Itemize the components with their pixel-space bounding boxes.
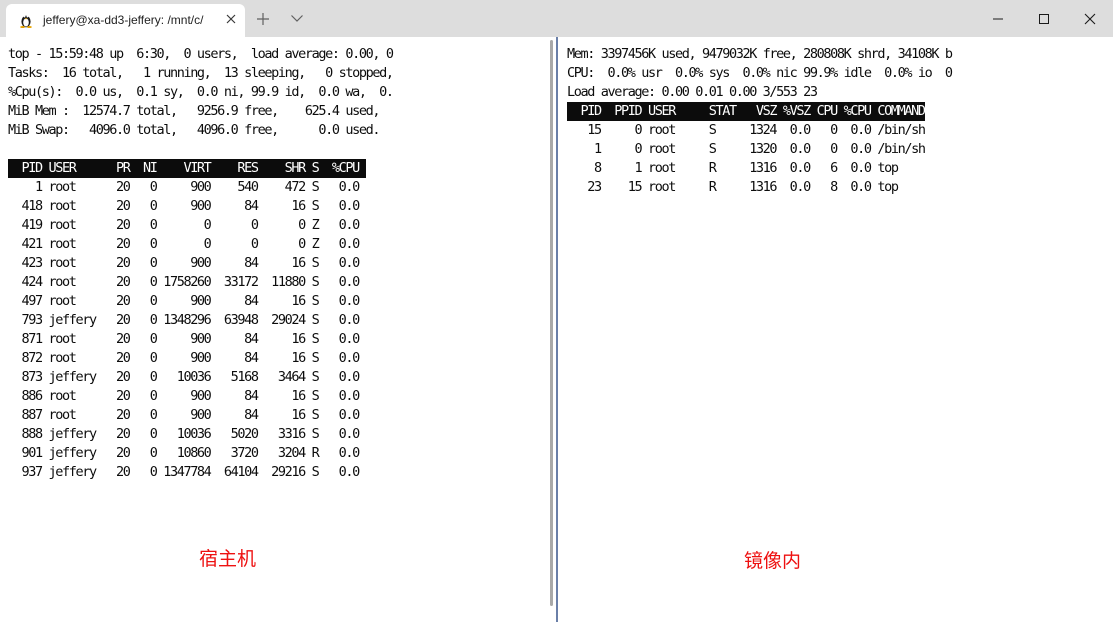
table-row: 1 0 root S 1320 0.0 0 0.0 /bin/sh [567, 141, 926, 157]
table-row: 937 jeffery 20 0 1347784 64104 29216 S 0… [8, 464, 360, 480]
table-row: 886 root 20 0 900 84 16 S 0.0 [8, 388, 360, 404]
process-table-header: PID USER PR NI VIRT RES SHR S %CPU [8, 159, 366, 178]
table-row: 15 0 root S 1324 0.0 0 0.0 /bin/sh [567, 122, 926, 138]
host-caption: 宿主机 [199, 548, 257, 570]
table-row: 888 jeffery 20 0 10036 5020 3316 S 0.0 [8, 426, 360, 442]
table-row: 1 root 20 0 900 540 472 S 0.0 [8, 179, 360, 195]
linux-tux-icon [20, 15, 32, 28]
table-row: 419 root 20 0 0 0 0 Z 0.0 [8, 217, 360, 233]
close-tab-icon[interactable] [224, 12, 238, 26]
minimize-icon [993, 18, 1003, 20]
top-cpu-line: %Cpu(s): 0.0 us, 0.1 sy, 0.0 ni, 99.9 id… [8, 84, 394, 100]
top-uptime-line: top - 15:59:48 up 6:30, 0 users, load av… [8, 46, 394, 62]
minimize-button[interactable] [975, 0, 1021, 37]
table-row: 901 jeffery 20 0 10860 3720 3204 R 0.0 [8, 445, 360, 461]
table-row: 418 root 20 0 900 84 16 S 0.0 [8, 198, 360, 214]
container-caption: 镜像内 [744, 550, 802, 572]
table-row: 887 root 20 0 900 84 16 S 0.0 [8, 407, 360, 423]
table-row: 8 1 root R 1316 0.0 6 0.0 top [567, 160, 899, 176]
top-cpu-line: CPU: 0.0% usr 0.0% sys 0.0% nic 99.9% id… [567, 65, 953, 81]
terminal-tab[interactable]: jeffery@xa-dd3-jeffery: /mnt/c/ [6, 4, 245, 37]
chevron-down-icon[interactable] [290, 13, 304, 23]
tab-title: jeffery@xa-dd3-jeffery: /mnt/c/ [43, 13, 204, 27]
host-terminal-pane[interactable]: top - 15:59:48 up 6:30, 0 users, load av… [0, 37, 552, 622]
top-mem-line: MiB Mem : 12574.7 total, 9256.9 free, 62… [8, 103, 381, 119]
table-row: 423 root 20 0 900 84 16 S 0.0 [8, 255, 360, 271]
table-row: 871 root 20 0 900 84 16 S 0.0 [8, 331, 360, 347]
close-window-button[interactable] [1067, 0, 1113, 37]
top-load-line: Load average: 0.00 0.01 0.00 3/553 23 [567, 84, 818, 100]
top-swap-line: MiB Swap: 4096.0 total, 4096.0 free, 0.0… [8, 122, 381, 138]
maximize-icon [1039, 14, 1049, 24]
container-terminal-pane[interactable]: Mem: 3397456K used, 9479032K free, 28080… [557, 37, 1113, 622]
top-mem-line: Mem: 3397456K used, 9479032K free, 28080… [567, 46, 953, 62]
table-row: 872 root 20 0 900 84 16 S 0.0 [8, 350, 360, 366]
process-table-header: PID PPID USER STAT VSZ %VSZ CPU %CPU COM… [567, 102, 926, 121]
table-row: 793 jeffery 20 0 1348296 63948 29024 S 0… [8, 312, 360, 328]
table-row: 421 root 20 0 0 0 0 Z 0.0 [8, 236, 360, 252]
title-bar: jeffery@xa-dd3-jeffery: /mnt/c/ [0, 0, 1113, 37]
maximize-button[interactable] [1021, 0, 1067, 37]
table-row: 873 jeffery 20 0 10036 5168 3464 S 0.0 [8, 369, 360, 385]
container-top-output: Mem: 3397456K used, 9479032K free, 28080… [567, 45, 953, 197]
left-pane-scrollbar[interactable] [550, 40, 553, 606]
table-row: 497 root 20 0 900 84 16 S 0.0 [8, 293, 360, 309]
close-icon [1084, 13, 1096, 25]
host-top-output: top - 15:59:48 up 6:30, 0 users, load av… [8, 45, 394, 482]
new-tab-plus-icon[interactable] [255, 11, 271, 27]
table-row: 23 15 root R 1316 0.0 8 0.0 top [567, 179, 899, 195]
top-tasks-line: Tasks: 16 total, 1 running, 13 sleeping,… [8, 65, 394, 81]
table-row: 424 root 20 0 1758260 33172 11880 S 0.0 [8, 274, 360, 290]
